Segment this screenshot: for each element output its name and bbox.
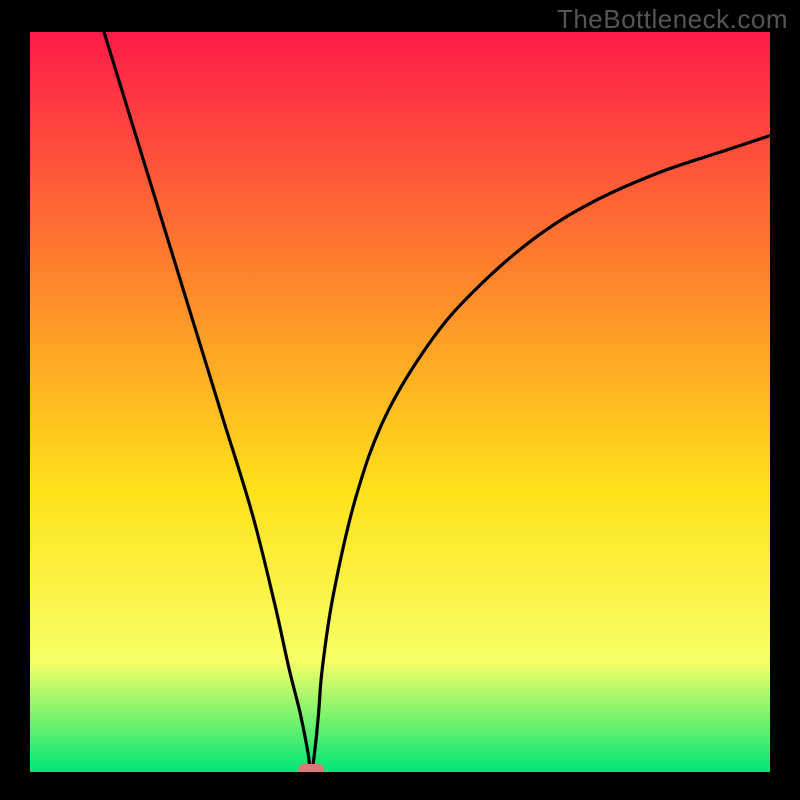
gradient-background — [30, 32, 770, 772]
chart-svg — [30, 32, 770, 772]
marker-dot — [298, 764, 324, 772]
chart-frame: TheBottleneck.com — [0, 0, 800, 800]
plot-area — [30, 32, 770, 772]
watermark-text: TheBottleneck.com — [557, 4, 788, 35]
